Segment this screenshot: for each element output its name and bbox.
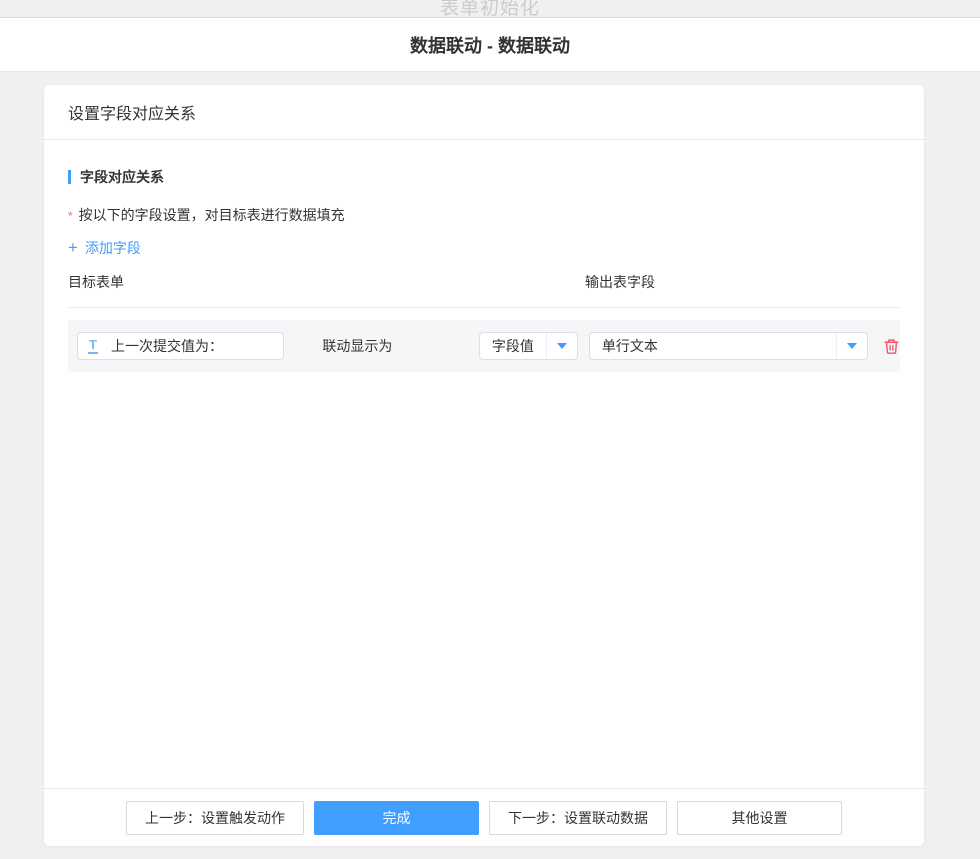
mode-select[interactable]: 字段值 [479,332,578,360]
note-text: 按以下的字段设置，对目标表进行数据填充 [79,205,345,225]
output-field-select[interactable]: 单行文本 [589,332,868,360]
dialog-title: 数据联动 - 数据联动 [410,32,570,58]
plus-icon: + [68,241,78,255]
other-settings-button[interactable]: 其他设置 [677,801,842,835]
next-step-button[interactable]: 下一步：设置联动数据 [489,801,667,835]
mapping-row: T 上一次提交值为： 联动显示为 字段值 单行文本 [68,320,900,372]
dialog-title-bar: 数据联动 - 数据联动 [0,17,980,72]
add-field-label: 添加字段 [85,238,141,258]
target-field-value: 上一次提交值为： [111,336,223,356]
column-header-output-field: 输出表字段 [585,272,900,292]
finish-button[interactable]: 完成 [314,801,479,835]
wizard-footer: 上一步：设置触发动作 完成 下一步：设置联动数据 其他设置 [44,788,924,846]
linkage-display-label: 联动显示为 [322,336,432,356]
text-field-icon: T [88,338,98,354]
chevron-down-icon [847,343,857,349]
card-body: 字段对应关系 * 按以下的字段设置，对目标表进行数据填充 + 添加字段 目标表单… [44,140,924,372]
target-field-selector[interactable]: T 上一次提交值为： [77,332,284,360]
background-page-title: 表单初始化 [440,0,540,17]
mapping-table-header: 目标表单 输出表字段 [68,272,900,308]
required-asterisk: * [68,209,73,223]
required-note: * 按以下的字段设置，对目标表进行数据填充 [68,205,900,225]
card-header-title: 设置字段对应关系 [68,100,196,124]
section-title-text: 字段对应关系 [80,167,164,187]
settings-card: 设置字段对应关系 字段对应关系 * 按以下的字段设置，对目标表进行数据填充 + … [44,85,924,846]
chevron-down-icon [557,343,567,349]
prev-step-button[interactable]: 上一步：设置触发动作 [126,801,304,835]
background-page-header: 表单初始化 [0,0,980,17]
mode-select-value: 字段值 [480,336,546,356]
mode-select-caret-zone [546,333,577,359]
output-select-caret-zone [836,333,867,359]
add-field-link[interactable]: + 添加字段 [68,238,141,258]
output-field-select-value: 单行文本 [590,336,836,356]
section-accent-bar [68,170,71,184]
card-header: 设置字段对应关系 [44,85,924,140]
delete-row-button[interactable] [883,337,900,355]
section-title: 字段对应关系 [68,167,900,187]
column-header-target-form: 目标表单 [68,272,585,292]
trash-icon [883,338,900,355]
